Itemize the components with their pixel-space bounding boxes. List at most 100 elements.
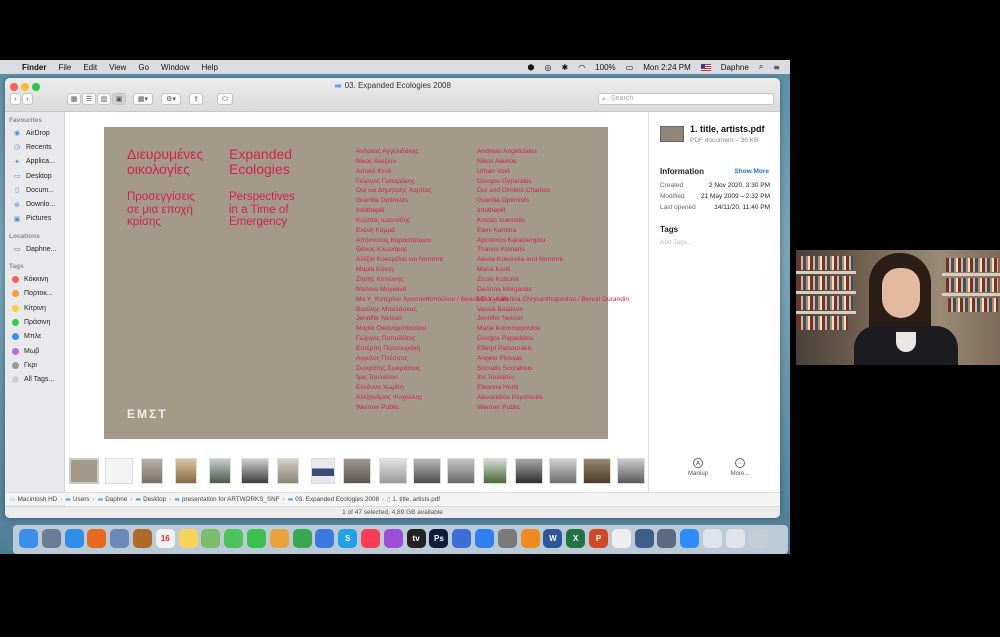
path-segment[interactable]: Daphne <box>105 496 127 503</box>
creative-cloud-icon[interactable]: ◎ <box>545 63 552 72</box>
bluetooth-icon[interactable]: ✱ <box>561 63 568 72</box>
numbers-icon[interactable] <box>292 529 312 548</box>
photoshop-icon[interactable]: Ps <box>429 529 449 548</box>
firefox-icon[interactable] <box>87 529 107 548</box>
sidebar-tag-item[interactable]: Γκρι <box>5 358 64 372</box>
menu-window[interactable]: Window <box>161 63 189 72</box>
tools-icon[interactable] <box>452 529 472 548</box>
wifi-icon[interactable]: ◠ <box>578 63 585 72</box>
thumbnail-item[interactable] <box>209 458 231 484</box>
powerpoint-icon[interactable]: P <box>589 529 608 548</box>
show-more-link[interactable]: Show More <box>734 168 769 175</box>
safari-icon[interactable] <box>64 529 84 548</box>
quicktime-icon[interactable] <box>634 529 654 548</box>
sidebar-item-downloads[interactable]: ⊕ Downlo... <box>5 197 64 211</box>
calendar-icon[interactable]: 16 <box>155 529 175 548</box>
gallery-view-button[interactable]: ▣ <box>112 93 126 105</box>
excel-icon[interactable]: X <box>566 529 586 548</box>
menu-help[interactable]: Help <box>201 63 217 72</box>
path-segment[interactable]: 03. Expanded Ecologies 2008 <box>295 496 379 503</box>
thumbnail-item[interactable] <box>583 458 611 484</box>
menu-clock[interactable]: Mon 2:24 PM <box>643 63 691 72</box>
vpn-status-icon[interactable]: ⬢ <box>528 63 535 72</box>
input-source-flag-icon[interactable] <box>700 63 711 71</box>
search-field[interactable]: ⌕ Search <box>598 93 774 105</box>
downloads-stack-icon[interactable] <box>725 529 745 548</box>
apple-tv-icon[interactable]: tv <box>406 529 426 548</box>
facetime-icon[interactable] <box>247 529 266 548</box>
zoom-icon[interactable] <box>680 529 700 548</box>
screenshot-icon[interactable] <box>657 529 677 548</box>
more-button[interactable]: ⋯ More... <box>725 458 755 477</box>
notification-center-icon[interactable]: ≡ <box>773 63 780 72</box>
sidebar-item-location-daphne[interactable]: ▭ Daphne... <box>5 242 64 256</box>
notes-icon[interactable] <box>178 529 198 548</box>
sidebar-item-desktop[interactable]: ▭ Desktop <box>5 169 64 183</box>
thumbnail-item[interactable] <box>141 458 163 484</box>
sidebar-item-documents[interactable]: ▯ Docum... <box>5 183 64 197</box>
thumbnail-item[interactable] <box>69 458 99 484</box>
keynote-icon[interactable] <box>315 529 335 548</box>
path-segment[interactable]: Macintosh HD <box>18 496 58 503</box>
sidebar-item-recents[interactable]: ◷ Recents <box>5 140 64 154</box>
app-store-icon[interactable] <box>475 529 494 548</box>
thumbnail-item[interactable] <box>379 458 407 484</box>
menu-file[interactable]: File <box>58 63 71 72</box>
path-segment[interactable]: presentation for ARTWORKS_SNF <box>182 496 280 503</box>
group-by-button[interactable]: ▦▾ <box>133 93 153 105</box>
textedit-icon[interactable] <box>611 529 631 548</box>
spotlight-search-icon[interactable]: ⌕ <box>759 62 763 72</box>
add-tags-field[interactable]: Add Tags... <box>660 239 692 246</box>
thumbnail-item[interactable] <box>241 458 269 484</box>
messages-icon[interactable] <box>224 529 244 548</box>
battery-percentage[interactable]: 100% <box>595 63 615 72</box>
thumbnail-item[interactable] <box>549 458 577 484</box>
music-icon[interactable] <box>361 529 380 548</box>
vlc-icon[interactable] <box>520 529 540 548</box>
sidebar-item-applications[interactable]: ✦ Applica... <box>5 155 64 169</box>
sidebar-item-airdrop[interactable]: ◉ AirDrop <box>5 126 64 140</box>
menu-user-name[interactable]: Daphne <box>721 63 749 72</box>
trash-icon[interactable] <box>748 529 768 548</box>
menu-app-finder[interactable]: Finder <box>22 63 46 72</box>
thumbnail-item[interactable] <box>447 458 475 484</box>
document-preview[interactable]: Διευρυμένες οικολογίες Προσεγγίσεις σε μ… <box>104 127 629 439</box>
action-gear-button[interactable]: ⚙▾ <box>161 93 181 105</box>
thumbnail-item[interactable] <box>343 458 371 484</box>
list-view-button[interactable]: ☰ <box>82 93 96 105</box>
menu-view[interactable]: View <box>109 63 126 72</box>
settings-icon[interactable] <box>497 529 517 548</box>
thumbnail-item[interactable] <box>105 458 133 484</box>
sidebar-tag-item[interactable]: Μπλε <box>5 330 64 344</box>
preview-icon[interactable] <box>110 529 130 548</box>
forward-button[interactable]: › <box>22 93 33 105</box>
path-segment[interactable]: Desktop <box>143 496 166 503</box>
markup-button[interactable]: A Markup <box>683 458 713 477</box>
path-segment[interactable]: 1. title, artists.pdf <box>392 496 440 503</box>
column-view-button[interactable]: ▥ <box>97 93 111 105</box>
path-segment[interactable]: Users <box>73 496 89 503</box>
edit-tags-button[interactable]: ⬭ <box>217 93 233 105</box>
thumbnail-item[interactable] <box>277 458 299 484</box>
thumbnail-item[interactable] <box>175 458 197 484</box>
maps-icon[interactable] <box>201 529 221 548</box>
sidebar-tag-item[interactable]: Πράσινη <box>5 315 64 329</box>
icon-view-button[interactable]: ▦ <box>67 93 81 105</box>
sidebar-tag-item[interactable]: All Tags... <box>5 372 64 386</box>
sidebar-tag-item[interactable]: Πορτοκ... <box>5 287 64 301</box>
battery-icon[interactable]: ▭ <box>626 63 634 72</box>
word-icon[interactable]: W <box>543 529 563 548</box>
sidebar-tag-item[interactable]: Μωβ <box>5 344 64 358</box>
thumbnail-item[interactable] <box>311 458 335 484</box>
sidebar-tag-item[interactable]: Κόκκινη <box>5 272 64 286</box>
document-stack-icon[interactable] <box>703 529 722 548</box>
back-button[interactable]: ‹ <box>10 93 21 105</box>
books-icon[interactable] <box>133 529 152 548</box>
podcasts-icon[interactable] <box>383 529 403 548</box>
photos-icon[interactable] <box>269 529 289 548</box>
menu-edit[interactable]: Edit <box>83 63 97 72</box>
sidebar-tag-item[interactable]: Κίτρινη <box>5 301 64 315</box>
thumbnail-item[interactable] <box>483 458 507 484</box>
menu-go[interactable]: Go <box>138 63 149 72</box>
finder-icon[interactable] <box>19 529 38 548</box>
